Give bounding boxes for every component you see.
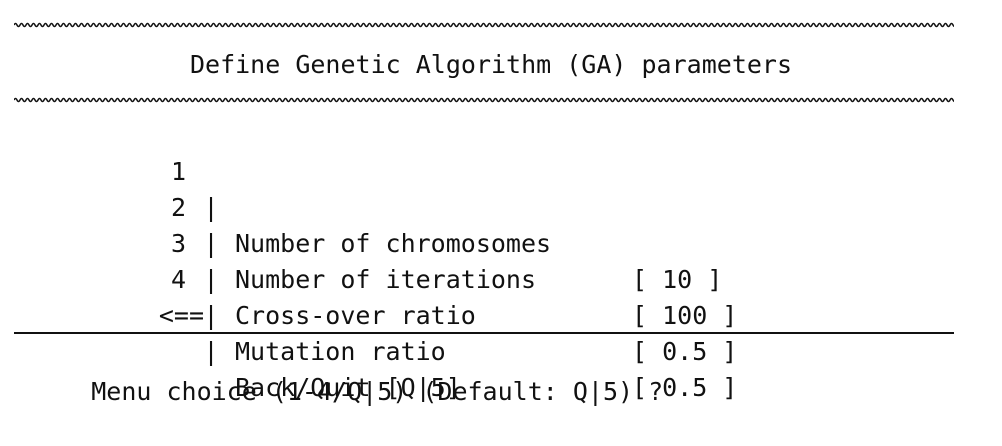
menu-item-crossover-ratio[interactable]: 3 | Cross-over ratio [ 0.5 ] bbox=[0, 190, 982, 366]
menu-item-iterations[interactable]: 2 | Number of iterations [ 100 ] bbox=[0, 154, 982, 330]
terminal-window: Define Genetic Algorithm (GA) parameters… bbox=[0, 0, 1002, 406]
menu-item-value: [ 100 ] bbox=[632, 301, 738, 330]
top-wavy-divider bbox=[14, 22, 954, 28]
menu-item-back-quit[interactable]: <== | Back/Quit [Q|5] bbox=[0, 262, 982, 402]
menu-item-label: Cross-over ratio bbox=[235, 301, 476, 330]
back-arrow-key: <== bbox=[158, 301, 204, 330]
top-wavy-line bbox=[14, 22, 954, 28]
page-title: Define Genetic Algorithm (GA) parameters bbox=[189, 50, 793, 79]
menu-choice-prompt[interactable]: Menu choice (1-4/Q|5) (Default: Q|5) ? bbox=[31, 338, 663, 446]
parameter-menu: 1 | Number of chromosomes [ 10 ] 2 | Num… bbox=[0, 118, 982, 402]
menu-item-separator: | bbox=[203, 301, 219, 330]
prompt-text: Menu choice (1-4/Q|5) (Default: Q|5) ? bbox=[91, 377, 664, 406]
middle-wavy-divider bbox=[14, 97, 954, 103]
horizontal-divider bbox=[14, 332, 954, 334]
menu-item-chromosomes[interactable]: 1 | Number of chromosomes [ 10 ] bbox=[0, 118, 982, 294]
menu-item-mutation-ratio[interactable]: 4 | Mutation ratio [ 0.5 ] bbox=[0, 226, 982, 402]
middle-wavy-line bbox=[14, 97, 954, 103]
